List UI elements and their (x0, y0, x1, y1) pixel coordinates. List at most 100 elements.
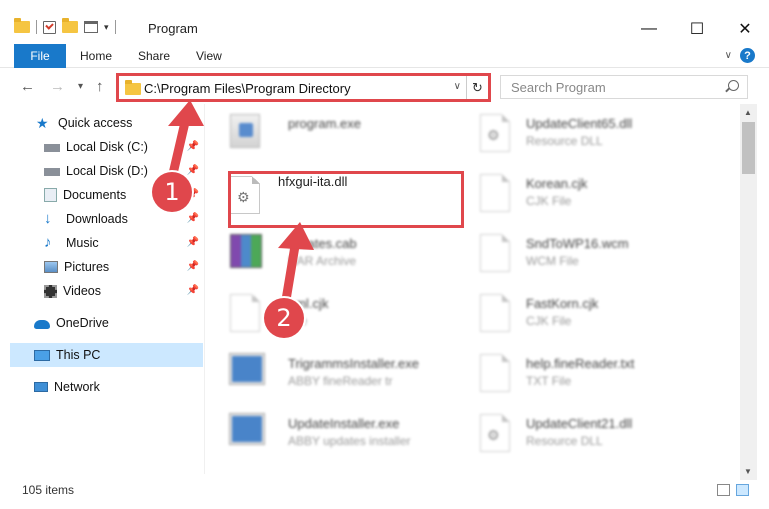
properties-check-icon[interactable] (43, 20, 56, 34)
search-placeholder: Search Program (511, 80, 606, 95)
sidebar-item-label: Music (66, 236, 99, 250)
sidebar-item-videos[interactable]: Videos 📌 (10, 279, 203, 303)
sidebar-item-label: Local Disk (D:) (66, 164, 148, 178)
file-item-hml-cjk[interactable]: hml.cjk File (218, 288, 463, 342)
target-file-highlight (228, 171, 464, 228)
window-title: Program (148, 21, 198, 36)
blank-file-icon (480, 234, 516, 276)
file-item-update-installer[interactable]: UpdateInstaller.exe ABBY updates install… (218, 408, 463, 462)
file-item-sndtowp16-wcm[interactable]: SndToWP16.wcm WCM File (468, 228, 713, 282)
search-input[interactable]: Search Program (500, 75, 748, 99)
file-item-fastkorn-cjk[interactable]: FastKorn.cjk CJK File (468, 288, 713, 342)
file-item-certificates-cab[interactable]: tificates.cab RAR Archive (218, 228, 463, 282)
scroll-thumb[interactable] (742, 122, 755, 174)
file-name: program.exe (288, 116, 361, 131)
file-item-trigramms-installer[interactable]: TrigrammsInstaller.exe ABBY fineReader t… (218, 348, 463, 402)
file-item-updateclient21-dll[interactable]: UpdateClient21.dll Resource DLL (468, 408, 713, 462)
sidebar-item-pictures[interactable]: Pictures 📌 (10, 255, 203, 279)
address-bar[interactable]: C:\Program Files\Program Directory ∨ ↻ (116, 73, 491, 102)
step-2-badge: 2 (264, 298, 304, 338)
vertical-scrollbar[interactable]: ▲ ▼ (740, 104, 757, 480)
file-type: CJK File (526, 314, 572, 328)
maximize-button[interactable]: ☐ (673, 14, 721, 44)
file-type: TXT File (526, 374, 572, 388)
tab-view[interactable]: View (196, 49, 222, 63)
sidebar-item-label: Downloads (66, 212, 128, 226)
scroll-down-arrow-icon[interactable]: ▼ (744, 467, 752, 476)
separator (36, 20, 37, 34)
text-file-icon (480, 354, 516, 396)
status-bar: 105 items (0, 480, 769, 509)
sidebar-item-local-disk-c[interactable]: Local Disk (C:) 📌 (10, 135, 203, 159)
new-folder-icon[interactable] (62, 18, 78, 33)
expand-ribbon-chevron-icon[interactable]: ∨ (725, 50, 732, 61)
dll-gear-file-icon (480, 414, 516, 456)
pin-icon[interactable]: 📌 (187, 261, 199, 272)
tab-home[interactable]: Home (80, 49, 112, 63)
sidebar-item-this-pc[interactable]: This PC (10, 343, 203, 367)
installer-icon (229, 413, 266, 456)
up-button[interactable]: ↑ (96, 78, 104, 95)
sidebar-item-label: Documents (63, 188, 127, 202)
file-item-korean-cjk[interactable]: Korean.cjk CJK File (468, 168, 713, 222)
pin-icon[interactable]: 📌 (187, 165, 199, 176)
details-view-icon[interactable] (717, 484, 730, 496)
refresh-icon[interactable]: ↻ (466, 76, 488, 99)
music-icon: ♪ (44, 234, 52, 251)
sidebar-item-label: Quick access (58, 116, 133, 130)
search-icon[interactable] (728, 80, 739, 91)
sidebar-item-quick-access[interactable]: ★ Quick access (10, 111, 203, 135)
large-icons-view-icon[interactable] (736, 484, 749, 496)
title-bar: ▾ Program — ☐ ✕ (0, 0, 769, 44)
folder-icon (125, 80, 141, 95)
file-item-program-exe[interactable]: program.exe (218, 108, 463, 162)
exe-file-icon (230, 114, 266, 156)
scroll-up-arrow-icon[interactable]: ▲ (744, 108, 752, 117)
item-count: 105 items (22, 483, 75, 497)
sidebar-item-label: Local Disk (C:) (66, 140, 148, 154)
forward-button[interactable]: → (50, 78, 65, 95)
star-icon: ★ (36, 115, 49, 131)
file-type: ABBY updates installer (288, 434, 411, 448)
file-type: Resource DLL (526, 434, 603, 448)
address-dropdown-icon[interactable]: ∨ (454, 81, 461, 92)
sidebar-item-label: Network (54, 380, 100, 394)
close-button[interactable]: ✕ (721, 14, 769, 44)
tab-file[interactable]: File (14, 44, 66, 68)
tab-share[interactable]: Share (138, 49, 170, 63)
back-button[interactable]: ← (20, 78, 35, 95)
sidebar-item-network[interactable]: Network (10, 375, 203, 399)
sidebar-item-music[interactable]: ♪ Music 📌 (10, 231, 203, 255)
pin-icon[interactable]: 📌 (187, 285, 199, 296)
dll-gear-file-icon (480, 114, 516, 156)
sidebar-item-onedrive[interactable]: OneDrive (10, 311, 203, 335)
pin-icon[interactable]: 📌 (187, 141, 199, 152)
file-name: UpdateClient65.dll (526, 116, 633, 131)
file-type: ABBY fineReader tr (288, 374, 393, 388)
computer-icon (34, 349, 50, 361)
pin-icon[interactable]: 📌 (187, 213, 199, 224)
blank-file-icon (480, 174, 516, 216)
sidebar-item-label: Pictures (64, 260, 110, 274)
navigation-pane: ★ Quick access Local Disk (C:) 📌 Local D… (10, 111, 203, 471)
file-type: Resource DLL (526, 134, 603, 148)
step-1-badge: 1 (152, 172, 192, 212)
customize-toolbar-chevron-icon[interactable]: ▾ (104, 22, 109, 33)
file-item-help-finereader-txt[interactable]: help.fineReader.txt TXT File (468, 348, 713, 402)
properties-icon[interactable] (84, 21, 98, 33)
file-name: FastKorn.cjk (526, 296, 599, 311)
navigation-bar: ← → ▾ ↑ C:\Program Files\Program Directo… (0, 72, 769, 102)
file-list: program.exe hfxgui-ita.dll tificates.cab… (218, 104, 736, 470)
recent-locations-button[interactable]: ▾ (78, 81, 83, 92)
videos-icon (44, 284, 57, 298)
file-name: tificates.cab (288, 236, 357, 251)
help-icon[interactable]: ? (740, 48, 755, 63)
drive-icon (44, 144, 60, 152)
minimize-button[interactable]: — (625, 14, 673, 44)
address-path[interactable]: C:\Program Files\Program Directory (144, 81, 351, 96)
pin-icon[interactable]: 📌 (187, 237, 199, 248)
separator (114, 20, 116, 34)
file-name: SndToWP16.wcm (526, 236, 629, 251)
file-item-updateclient65-dll[interactable]: UpdateClient65.dll Resource DLL (468, 108, 713, 162)
installer-icon (229, 353, 266, 396)
